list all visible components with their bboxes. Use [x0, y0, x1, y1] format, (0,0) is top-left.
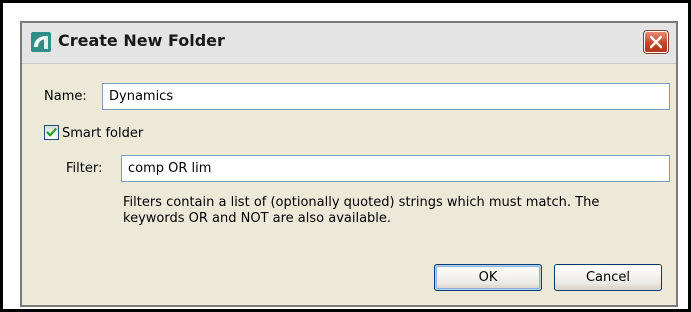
dialog-title: Create New Folder	[58, 31, 225, 50]
screenshot-frame: Create New Folder Name: Smart folder Fil…	[0, 0, 691, 312]
ok-button[interactable]: OK	[434, 264, 542, 291]
app-icon	[31, 32, 51, 52]
close-icon	[649, 35, 663, 49]
cancel-button[interactable]: Cancel	[554, 264, 662, 291]
close-button[interactable]	[644, 31, 668, 53]
filter-label: Filter:	[66, 161, 103, 176]
filter-input[interactable]	[121, 155, 670, 182]
create-folder-dialog: Create New Folder Name: Smart folder Fil…	[20, 21, 678, 307]
name-label: Name:	[44, 89, 87, 104]
name-input[interactable]	[102, 83, 670, 110]
smart-folder-label[interactable]: Smart folder	[62, 126, 143, 141]
smart-folder-checkbox[interactable]	[44, 125, 59, 140]
title-bar[interactable]: Create New Folder	[22, 23, 676, 64]
filter-help-text: Filters contain a list of (optionally qu…	[123, 195, 600, 226]
checkmark-icon	[46, 128, 57, 137]
